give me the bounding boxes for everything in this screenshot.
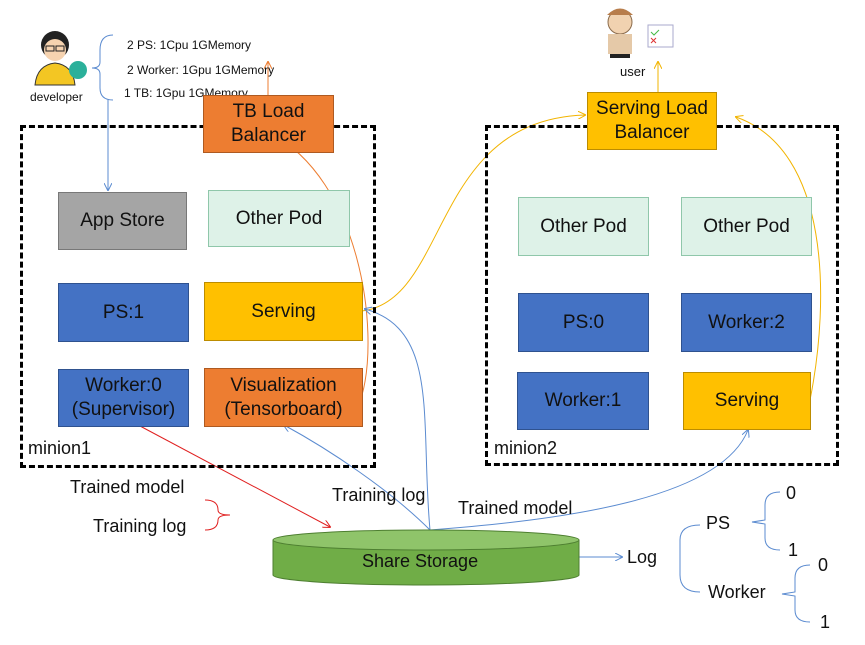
ps-1-pod: PS:1 [58,283,189,342]
training-log-label: Training log [332,485,426,505]
user-icon [607,8,674,58]
training-log-label: Training log [93,516,187,536]
trained-model-label: Trained model [458,498,573,518]
log-ps-label: PS [706,513,731,533]
visualization-pod: Visualization (Tensorboard) [204,368,363,427]
user-label: user [620,64,646,79]
ps-0-pod: PS:0 [518,293,649,352]
share-storage-label: Share Storage [362,551,479,571]
app-store: App Store [58,192,187,250]
vis-name: Visualization [230,374,337,396]
spec-ps: 2 PS: 1Cpu 1GMemory [127,38,252,52]
worker-0-name: Worker:0 [85,375,162,397]
worker-2-pod: Worker:2 [681,293,812,352]
log-worker-0: 0 [818,555,829,575]
serving-pod: Serving [204,282,363,341]
worker-0-role: (Supervisor) [71,399,176,420]
developer-label: developer [30,90,83,104]
log-label: Log [627,547,658,567]
other-pod: Other Pod [681,197,812,256]
serving-pod: Serving [683,372,811,430]
log-worker-1: 1 [820,612,831,632]
vis-sub: (Tensorboard) [224,398,343,420]
developer-icon [34,31,87,86]
worker-0-pod: Worker:0 (Supervisor) [58,369,189,427]
minion1-label: minion1 [28,438,92,458]
tb-load-balancer: TB Load Balancer [203,95,334,153]
trained-model-label: Trained model [70,477,185,497]
worker-1-pod: Worker:1 [517,372,649,430]
diagram: developer 2 PS: 1Cpu 1GMemory 2 Worker: … [0,0,865,645]
serving-load-balancer: Serving Load Balancer [587,92,717,150]
log-ps-1: 1 [788,540,799,560]
log-ps-0: 0 [786,483,797,503]
minion2-label: minion2 [494,438,558,458]
log-worker-label: Worker [708,582,766,602]
spec-worker: 2 Worker: 1Gpu 1GMemory [127,63,275,77]
other-pod: Other Pod [518,197,649,256]
other-pod: Other Pod [208,190,350,247]
